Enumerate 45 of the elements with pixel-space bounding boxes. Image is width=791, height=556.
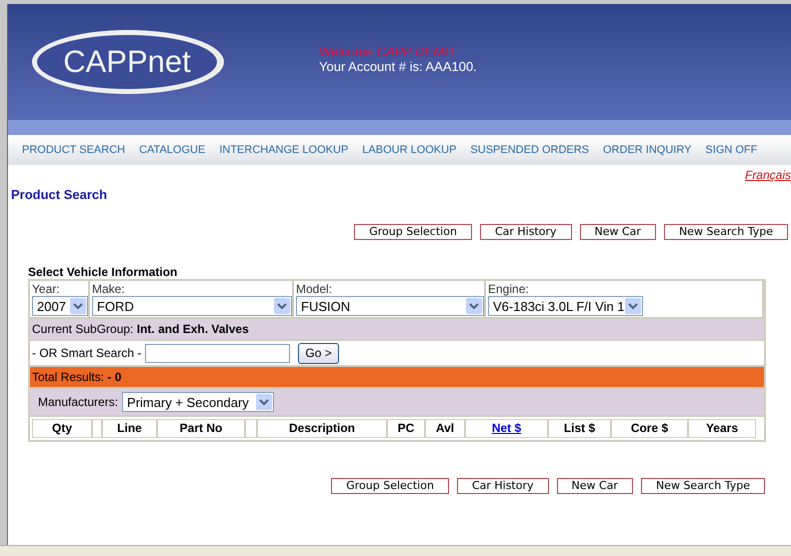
action-button[interactable]: Group Selection [354,224,472,240]
dropdown[interactable]: 2007 [32,296,88,316]
nav-link[interactable]: PRODUCT SEARCH [22,144,126,156]
nav-link[interactable]: LABOUR LOOKUP [362,144,456,156]
nav-link[interactable]: CATALOGUE [139,144,206,156]
column-header: Years [688,419,756,438]
column-header: List $ [548,419,611,438]
dropdown[interactable]: V6-183ci 3.0L F/I Vin 1 [488,296,643,316]
column-header: Core $ [611,419,688,438]
action-button[interactable]: Group Selection [331,478,449,494]
column-header: Avl [425,419,465,438]
total-results-text: Total Results: - 0 [32,370,122,384]
action-button[interactable]: Car History [480,224,572,240]
go-button[interactable]: Go > [298,342,339,364]
column-header: Line [102,419,157,438]
manufacturers-dropdown[interactable]: Primary + Secondary [122,392,274,412]
account-text: Your Account # is: AAA100. [319,59,477,74]
column-header: PC [387,419,425,438]
field-label: Year: [32,282,61,296]
field-label: Model: [296,282,334,296]
action-button[interactable]: New Search Type [640,478,765,494]
smart-search-field[interactable] [145,344,290,362]
nav-link[interactable]: SIGN OFF [705,144,758,156]
subgroup-text: Current SubGroup: Int. and Exh. Valves [32,322,249,336]
dropdown[interactable]: FORD [92,296,292,316]
column-header: Description [257,419,387,438]
field-label: Engine: [488,282,530,296]
field-label: Make: [92,282,126,296]
action-button[interactable]: New Car [580,224,656,240]
nav-link[interactable]: SUSPENDED ORDERS [470,144,589,156]
column-header: Qty [32,419,92,438]
action-button[interactable]: Car History [456,478,549,494]
nav-link[interactable]: INTERCHANGE LOOKUP [219,144,348,156]
column-header: Part No [157,419,245,438]
page-title: Product Search [11,187,108,202]
manufacturers-label: Manufacturers: [38,395,118,409]
cappnet-logo: CAPPnet [32,30,224,94]
smart-search-label: - OR Smart Search - [32,346,142,360]
action-button[interactable]: New Car [556,478,633,494]
action-button[interactable]: New Search Type [664,224,788,240]
nav-link[interactable]: ORDER INQUIRY [603,144,692,156]
welcome-text: Welcome CAPP DEMO [319,44,456,59]
dropdown[interactable]: FUSION [296,296,484,316]
section-title: Select Vehicle Information [28,265,178,279]
language-link[interactable]: Français [744,168,791,182]
